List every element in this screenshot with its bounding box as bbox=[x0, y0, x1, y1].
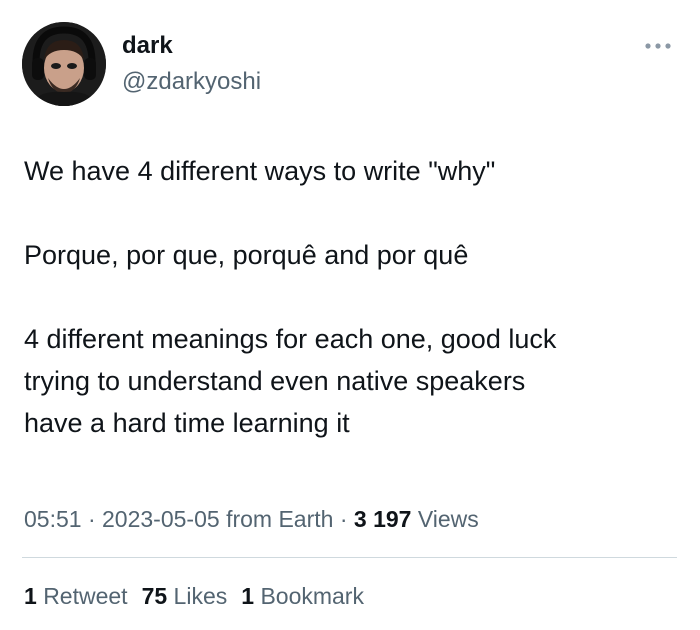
author-name[interactable]: dark bbox=[122, 30, 173, 62]
likes-label: Likes bbox=[173, 583, 228, 609]
tweet-card: dark @zdarkyoshi We have 4 different way… bbox=[0, 0, 700, 630]
bookmarks-count: 1 bbox=[241, 583, 255, 609]
bookmarks-stat[interactable]: 1 Bookmark bbox=[241, 583, 364, 609]
retweets-stat[interactable]: 1 Retweet bbox=[24, 583, 128, 609]
likes-count: 75 bbox=[141, 583, 168, 609]
meta-separator: · bbox=[339, 506, 348, 532]
tweet-paragraph-3-line-2: trying to understand even native speaker… bbox=[24, 366, 526, 396]
tweet-time[interactable]: 05:51 bbox=[24, 506, 82, 532]
avatar-image bbox=[22, 22, 106, 106]
tweet-paragraph-2: Porque, por que, porquê and por quê bbox=[24, 240, 469, 270]
likes-stat[interactable]: 75 Likes bbox=[142, 583, 228, 609]
tweet-source: from Earth bbox=[226, 506, 334, 532]
more-horizontal-icon bbox=[645, 43, 671, 49]
retweets-count: 1 bbox=[24, 583, 37, 609]
avatar[interactable] bbox=[22, 22, 106, 106]
tweet-paragraph-3-line-3: have a hard time learning it bbox=[24, 408, 350, 438]
engagement-stats: 1 Retweet 75 Likes 1 Bookmark bbox=[24, 581, 378, 611]
divider bbox=[22, 557, 677, 558]
tweet-metadata: 05:51 · 2023-05-05 from Earth · 3 197 Vi… bbox=[24, 504, 479, 534]
views-count: 3 197 bbox=[353, 506, 412, 532]
more-options-button[interactable] bbox=[640, 36, 676, 56]
tweet-paragraph-3-line-1: 4 different meanings for each one, good … bbox=[24, 324, 557, 354]
bookmarks-label: Bookmark bbox=[260, 583, 364, 609]
views-label: Views bbox=[417, 506, 479, 532]
tweet-text: We have 4 different ways to write "why" … bbox=[24, 150, 674, 444]
retweets-label: Retweet bbox=[43, 583, 128, 609]
tweet-date[interactable]: 2023-05-05 bbox=[102, 506, 220, 532]
tweet-paragraph-1: We have 4 different ways to write "why" bbox=[24, 156, 496, 186]
meta-separator: · bbox=[87, 506, 96, 532]
author-handle[interactable]: @zdarkyoshi bbox=[122, 66, 261, 98]
